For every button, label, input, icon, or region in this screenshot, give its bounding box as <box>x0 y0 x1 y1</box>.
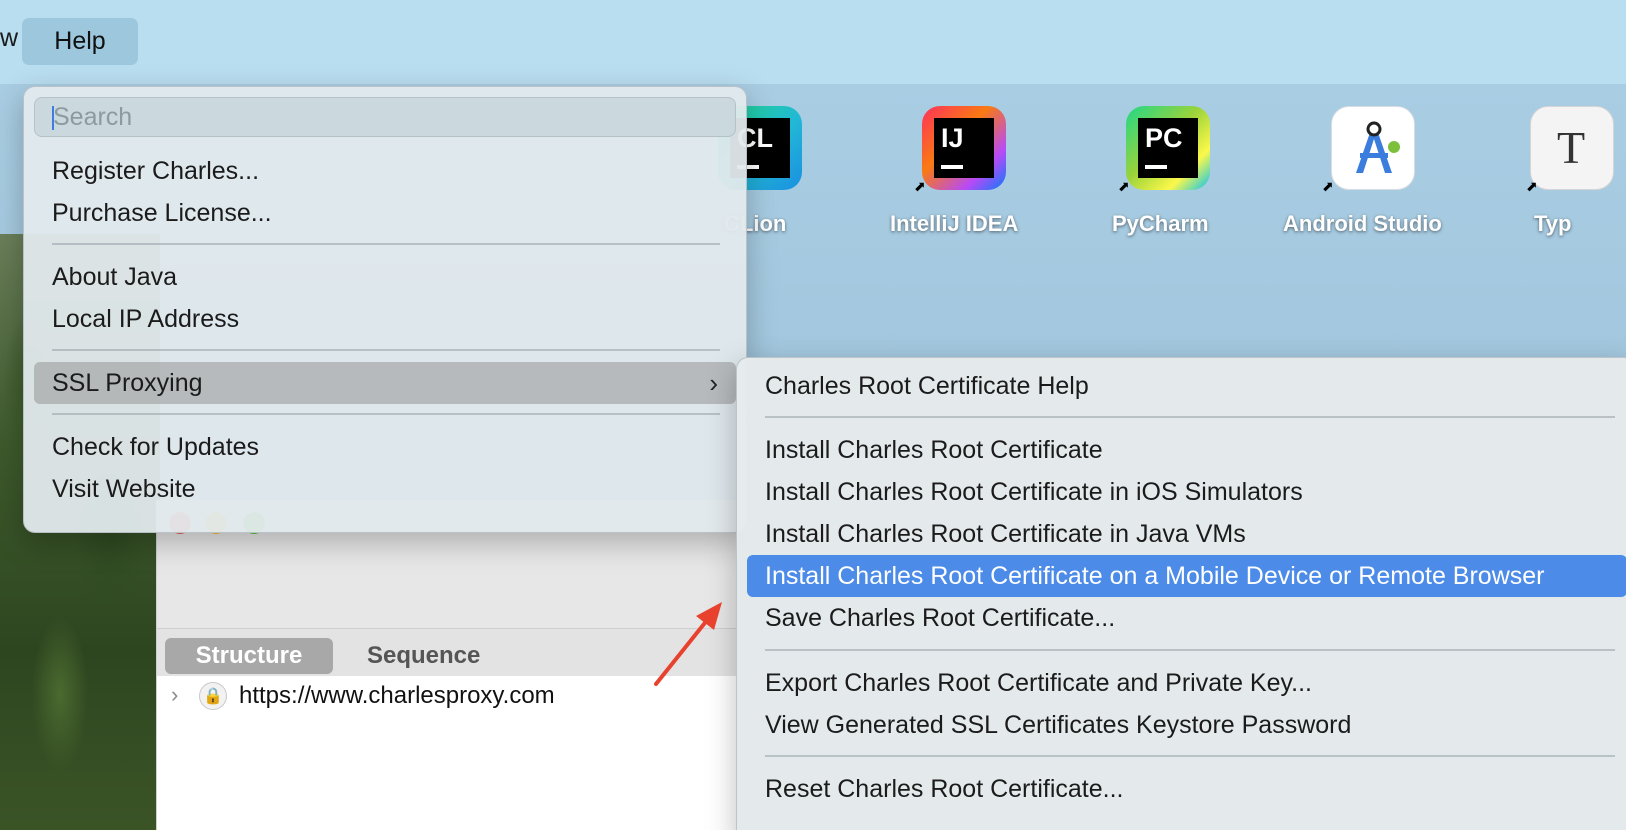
charles-main-window: Structure Sequence › 🔒 https://www.charl… <box>156 500 737 830</box>
menu-item-purchase-license[interactable]: Purchase License... <box>34 192 736 234</box>
intellij-icon-glyph: IJ <box>941 123 964 153</box>
submenu-item-save-root-cert[interactable]: Save Charles Root Certificate... <box>747 597 1626 639</box>
desktop-app-label-intellij: IntelliJ IDEA <box>890 211 1019 236</box>
submenu-item-export-root-cert-key[interactable]: Export Charles Root Certificate and Priv… <box>747 662 1626 704</box>
menu-item-register-charles[interactable]: Register Charles... <box>34 150 736 192</box>
pycharm-icon-glyph: PC <box>1145 123 1183 153</box>
submenu-item-install-mobile-device[interactable]: Install Charles Root Certificate on a Mo… <box>747 555 1626 597</box>
android-studio-compass-icon <box>1356 121 1400 173</box>
menu-separator <box>52 413 720 415</box>
help-search-input[interactable]: Search <box>34 97 736 137</box>
help-menu-dropdown: Search Register Charles... Purchase Lice… <box>23 86 747 533</box>
submenu-item-root-cert-help[interactable]: Charles Root Certificate Help <box>747 365 1626 407</box>
desktop-app-label-typora: Typ <box>1534 211 1572 236</box>
menu-bar-item-view[interactable]: w <box>0 24 18 53</box>
alias-arrow-icon: ⬈ <box>1322 178 1334 194</box>
chevron-right-icon[interactable]: › <box>171 682 178 708</box>
submenu-item-install-ios-simulators[interactable]: Install Charles Root Certificate in iOS … <box>747 471 1626 513</box>
menu-item-ssl-proxying[interactable]: SSL Proxying › <box>34 362 736 404</box>
menu-item-about-java[interactable]: About Java <box>34 256 736 298</box>
menu-item-visit-website[interactable]: Visit Website <box>34 468 736 510</box>
menu-separator <box>765 755 1615 757</box>
typora-icon[interactable]: T <box>1530 106 1614 190</box>
desktop-app-label-android-studio: Android Studio <box>1283 211 1442 236</box>
lock-icon: 🔒 <box>199 682 227 710</box>
menu-separator <box>52 349 720 351</box>
ssl-proxying-submenu: Charles Root Certificate Help Install Ch… <box>736 357 1626 830</box>
menu-bar-item-help[interactable]: Help <box>22 18 138 65</box>
menu-separator <box>765 416 1615 418</box>
tab-structure[interactable]: Structure <box>165 638 333 674</box>
menu-item-check-for-updates[interactable]: Check for Updates <box>34 426 736 468</box>
menu-bar: w Help <box>0 0 1626 84</box>
pycharm-icon[interactable]: PC <box>1126 106 1210 190</box>
menu-separator <box>765 649 1615 651</box>
desktop-app-label-pycharm: PyCharm <box>1112 211 1209 236</box>
alias-arrow-icon: ⬈ <box>1118 178 1130 194</box>
tab-sequence[interactable]: Sequence <box>367 638 480 674</box>
intellij-idea-icon[interactable]: IJ <box>922 106 1006 190</box>
menu-item-ssl-proxying-label: SSL Proxying <box>52 369 203 397</box>
submenu-item-view-keystore-password[interactable]: View Generated SSL Certificates Keystore… <box>747 704 1626 746</box>
structure-tree: › 🔒 https://www.charlesproxy.com <box>157 676 737 830</box>
chevron-right-icon: › <box>709 368 718 398</box>
menu-item-local-ip-address[interactable]: Local IP Address <box>34 298 736 340</box>
alias-arrow-icon: ⬈ <box>1526 178 1538 194</box>
submenu-item-install-root-cert[interactable]: Install Charles Root Certificate <box>747 429 1626 471</box>
alias-arrow-icon: ⬈ <box>914 178 926 194</box>
submenu-item-reset-root-cert[interactable]: Reset Charles Root Certificate... <box>747 768 1626 810</box>
tree-host-label: https://www.charlesproxy.com <box>239 682 555 709</box>
android-studio-icon[interactable] <box>1331 106 1415 190</box>
submenu-item-install-java-vms[interactable]: Install Charles Root Certificate in Java… <box>747 513 1626 555</box>
menu-separator <box>52 243 720 245</box>
annotation-arrow-icon <box>654 602 722 686</box>
typora-icon-glyph: T <box>1557 122 1586 173</box>
